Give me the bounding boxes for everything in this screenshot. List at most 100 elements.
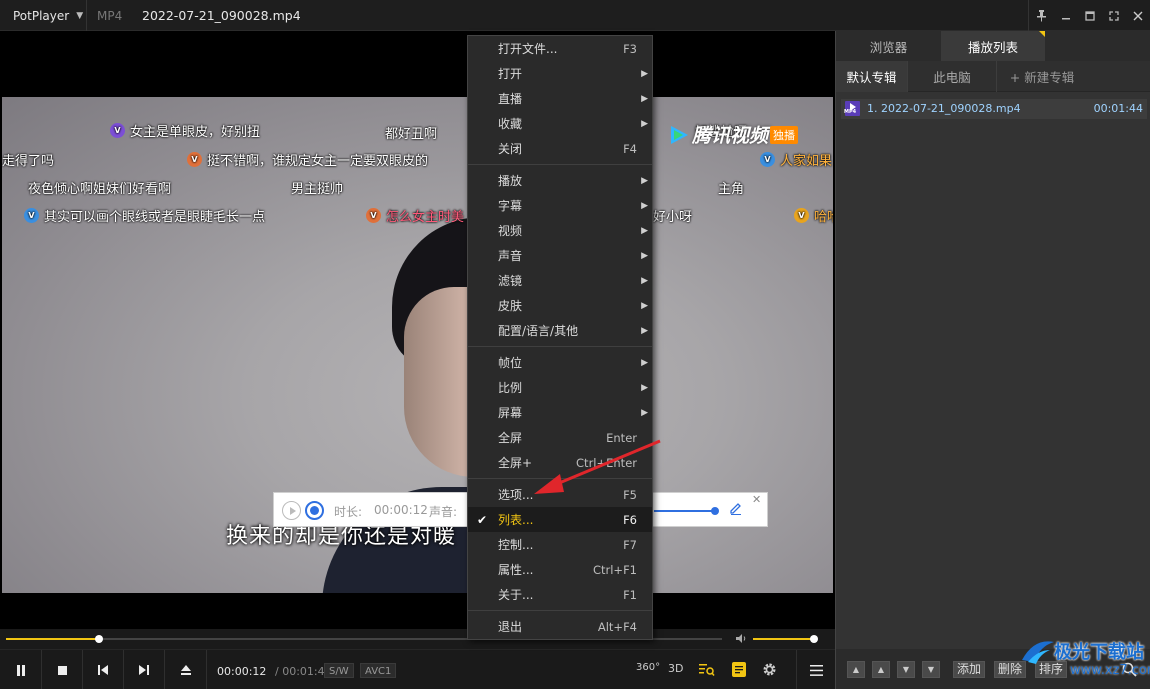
maximize-icon[interactable] [1078,0,1102,31]
menu-item-open-file[interactable]: 打开文件... F3 [468,36,652,61]
menu-item-screen[interactable]: 屏幕 ▶ [468,400,652,425]
danmu-comment: V 其实可以画个眼线或者是眼睫毛长一点 [24,206,265,225]
menu-item-audio[interactable]: 声音 ▶ [468,243,652,268]
danmu-comment: 男主挺帅 [291,182,344,197]
mini-volume-thumb[interactable] [711,507,719,515]
active-corner-icon [1039,31,1045,37]
volume-bar[interactable] [753,635,818,643]
seek-row [0,629,835,649]
seek-thumb[interactable] [95,635,104,643]
menu-item-exit[interactable]: 退出 Alt+F4 [468,614,652,639]
mini-close-icon[interactable]: ✕ [752,493,761,506]
danmu-comment: V 人家如果 [760,150,832,169]
menu-item-live[interactable]: 直播 ▶ [468,86,652,111]
playlist-search-icon[interactable] [699,663,715,680]
settings-gear-icon[interactable] [762,662,777,680]
submenu-arrow-icon: ▶ [641,325,648,336]
menu-item-ratio[interactable]: 比例 ▶ [468,375,652,400]
add-button[interactable]: 添加 [953,661,986,678]
pause-button[interactable] [0,650,42,689]
menu-item-video[interactable]: 视频 ▶ [468,218,652,243]
danmu-comment: 走得了吗 [2,154,55,169]
subtitle-icon[interactable] [732,662,746,680]
site-logo-icon [1022,641,1054,664]
record-icon[interactable] [305,501,324,520]
submenu-arrow-icon: ▶ [641,68,648,79]
vip-badge-icon: V [760,152,775,167]
vip-badge-icon: V [187,152,202,167]
move-bottom-icon[interactable]: ▼ [922,661,940,678]
site-watermark: 极光下载站 www.xz7.com [1012,636,1150,689]
codec-tag[interactable]: AVC1 [360,663,397,678]
submenu-arrow-icon: ▶ [641,250,648,261]
tencent-video-logo-icon [668,124,690,146]
edit-icon[interactable] [729,501,743,519]
site-url: www.xz7.com [1070,663,1150,678]
3d-icon[interactable]: 3D [668,662,683,675]
danmu-comment: V 女主是单眼皮，好别扭 [110,121,260,140]
tab-browser[interactable]: 浏览器 [836,31,941,61]
panel-tabs: 浏览器 播放列表 [836,31,1150,61]
menu-item-about[interactable]: 关于... F1 [468,582,652,607]
menu-item-filters[interactable]: 滤镜 ▶ [468,268,652,293]
danmu-comment: 主角 [718,182,745,197]
eject-button[interactable] [165,650,207,689]
playlist-panel: 浏览器 播放列表 默认专辑 此电脑 + 新建专辑 MP4 1. 2022-07-… [835,31,1150,689]
tencent-video-watermark: 腾讯视频 独播 [668,121,799,148]
submenu-arrow-icon: ▶ [641,93,648,104]
tab-playlist[interactable]: 播放列表 [941,31,1045,61]
menu-item-skins[interactable]: 皮肤 ▶ [468,293,652,318]
volume-thumb[interactable] [809,635,818,643]
menu-item-open[interactable]: 打开 ▶ [468,61,652,86]
menu-item-config[interactable]: 配置/语言/其他 ▶ [468,318,652,343]
submenu-arrow-icon: ▶ [641,175,648,186]
playlist-item-name: 1. 2022-07-21_090028.mp4 [867,102,1021,115]
chevron-down-icon: ▼ [76,10,84,21]
fullscreen-icon[interactable] [1102,0,1126,31]
menu-item-frame[interactable]: 帧位 ▶ [468,350,652,375]
menu-item-subtitles[interactable]: 字幕 ▶ [468,193,652,218]
menu-separator [468,164,652,165]
video-area[interactable]: V 女主是单眼皮，好别扭 都好丑啊 好尴尬呀 走得了吗 V 挺不错啊，谁规定女主一定… [0,31,835,629]
vr-360-icon[interactable]: 360° [636,662,660,673]
danmu-comment: V 怎么女主时美 [366,206,464,225]
submenu-arrow-icon: ▶ [641,200,648,211]
move-up-icon[interactable]: ▲ [872,661,890,678]
menu-item-favorites[interactable]: 收藏 ▶ [468,111,652,136]
vip-badge-icon: V [24,208,39,223]
submenu-arrow-icon: ▶ [641,118,648,129]
mini-volume-line[interactable] [654,510,716,512]
menu-item-close[interactable]: 关闭 F4 [468,136,652,161]
minimize-icon[interactable] [1054,0,1078,31]
menu-item-play[interactable]: 播放 ▶ [468,168,652,193]
sw-decoder-tag[interactable]: S/W [324,663,354,678]
new-album-button[interactable]: + 新建专辑 [997,61,1087,92]
move-down-icon[interactable]: ▼ [897,661,915,678]
menu-item-properties[interactable]: 属性... Ctrl+F1 [468,557,652,582]
seek-progress [6,638,100,640]
app-menu-button[interactable]: PotPlayer ▼ [0,0,87,31]
title-bar: PotPlayer ▼ MP4 2022-07-21_090028.mp4 [0,0,1150,31]
volume-icon[interactable] [735,633,747,647]
menu-item-control[interactable]: 控制... F7 [468,532,652,557]
menu-item-playlist[interactable]: ✔ 列表... F6 [468,507,652,532]
next-button[interactable] [124,650,165,689]
checkmark-icon: ✔ [477,512,488,527]
album-this-pc[interactable]: 此电脑 [908,61,997,92]
submenu-arrow-icon: ▶ [641,357,648,368]
playlist-item[interactable]: MP4 1. 2022-07-21_090028.mp4 00:01:44 [841,99,1147,119]
previous-button[interactable] [83,650,124,689]
close-icon[interactable] [1126,0,1150,31]
menu-icon[interactable] [796,650,835,689]
vip-badge-icon: V [366,208,381,223]
site-title: 极光下载站 [1054,642,1144,663]
play-circle-icon[interactable] [282,501,301,520]
move-top-icon[interactable]: ▲ [847,661,865,678]
stop-button[interactable] [42,650,83,689]
album-default[interactable]: 默认专辑 [836,61,908,92]
pin-icon[interactable] [1028,0,1054,31]
window-title: 2022-07-21_090028.mp4 [142,8,301,23]
annotation-arrow-icon [534,439,661,494]
submenu-arrow-icon: ▶ [641,225,648,236]
sound-label: 声音: [429,505,458,519]
